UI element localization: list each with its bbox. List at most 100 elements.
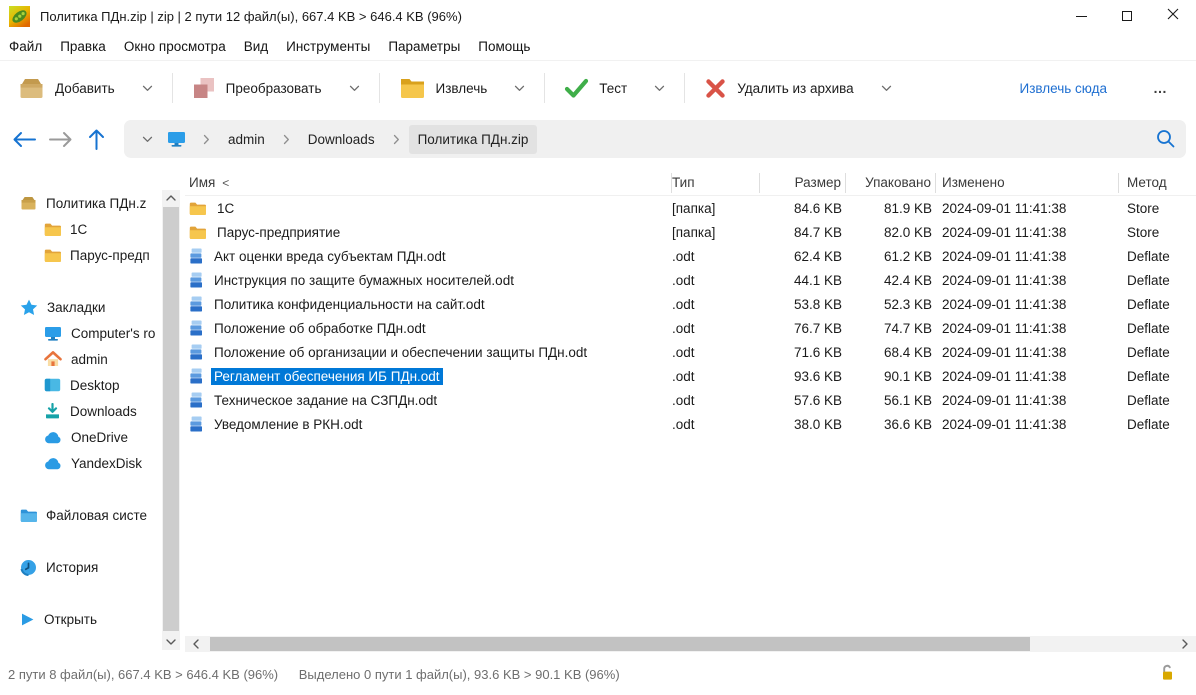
column-header-method[interactable]: Метод	[1119, 173, 1196, 193]
table-row[interactable]: Акт оценки вреда субъектам ПДн.odt .odt 62…	[185, 244, 1196, 268]
toolbar-separator	[684, 73, 686, 103]
file-packed-size: 74.7 KB	[883, 320, 932, 336]
column-header-packed[interactable]: Упаковано	[846, 172, 936, 193]
table-row[interactable]: Техническое задание на СЗПДн.odt .odt 57.6…	[185, 388, 1196, 412]
file-size: 93.6 KB	[793, 368, 842, 384]
file-type: .odt	[672, 368, 695, 384]
add-icon	[18, 77, 45, 100]
file-modified: 2024-09-01 11:41:38	[942, 296, 1067, 312]
column-header-label: Метод	[1127, 175, 1167, 190]
scroll-right-icon[interactable]	[1176, 636, 1194, 652]
unlocked-padlock-icon	[1160, 664, 1175, 681]
file-name-cell: Регламент обеспечения ИБ ПДн.odt	[185, 367, 672, 385]
table-row[interactable]: Инструкция по защите бумажных носителей.…	[185, 268, 1196, 292]
table-row[interactable]: Регламент обеспечения ИБ ПДн.odt .odt 93.6…	[185, 364, 1196, 388]
more-options-button[interactable]: …	[1153, 80, 1168, 96]
menu-options[interactable]: Параметры	[379, 35, 469, 58]
table-row[interactable]: Положение об организации и обеспечении з…	[185, 340, 1196, 364]
sidebar-scrollbar[interactable]	[162, 190, 180, 650]
table-row[interactable]: Положение об обработке ПДн.odt .odt 76.7 K…	[185, 316, 1196, 340]
sidebar-item-парус-предп[interactable]: Парус-предп	[0, 242, 162, 268]
breadcrumb: admin Downloads Политика ПДн.zip	[124, 120, 1186, 158]
file-modified: 2024-09-01 11:41:38	[942, 320, 1067, 336]
search-button[interactable]	[1155, 128, 1176, 149]
menu-edit[interactable]: Правка	[51, 35, 115, 58]
sidebar-item-onedrive[interactable]: OneDrive	[0, 424, 162, 450]
odt-document-icon	[189, 344, 203, 360]
column-header-size[interactable]: Размер	[760, 172, 846, 193]
table-row[interactable]: Политика конфиденциальности на сайт.odt.…	[185, 292, 1196, 316]
scroll-up-icon[interactable]	[162, 190, 180, 206]
sidebar-item-yandexdisk[interactable]: YandexDisk	[0, 450, 162, 476]
scrollbar-thumb[interactable]	[210, 637, 1030, 651]
file-name: Положение об обработке ПДн.odt	[214, 320, 426, 336]
add-button[interactable]: Добавить	[8, 68, 163, 108]
menu-view[interactable]: Вид	[235, 35, 277, 58]
breadcrumb-expand-chevron-icon[interactable]	[136, 136, 159, 143]
sidebar-item-история[interactable]: История	[0, 554, 162, 580]
delete-button-label: Удалить из архива	[737, 80, 854, 96]
breadcrumb-separator-icon	[283, 134, 290, 145]
menu-browser[interactable]: Окно просмотра	[115, 35, 235, 58]
breadcrumb-segment-1[interactable]: admin	[219, 125, 274, 154]
maximize-button[interactable]	[1104, 0, 1150, 32]
horizontal-scrollbar[interactable]	[185, 636, 1196, 652]
sidebar-item-политика-пдн-z[interactable]: Политика ПДн.z	[0, 190, 162, 216]
forward-button[interactable]	[46, 131, 74, 148]
home-icon	[44, 351, 62, 367]
sidebar-item-downloads[interactable]: Downloads	[0, 398, 162, 424]
back-button[interactable]	[10, 131, 38, 148]
convert-dropdown-chevron-icon[interactable]	[349, 85, 360, 92]
delete-dropdown-chevron-icon[interactable]	[881, 85, 892, 92]
file-method: Store	[1127, 200, 1160, 216]
sidebar-item-открыть[interactable]: Открыть	[0, 606, 162, 632]
sidebar-item-computer-s-ro[interactable]: Computer's ro	[0, 320, 162, 346]
sidebar-item-файловая-систе[interactable]: Файловая систе	[0, 502, 162, 528]
test-dropdown-chevron-icon[interactable]	[654, 85, 665, 92]
sidebar-item-1c[interactable]: 1C	[0, 216, 162, 242]
add-dropdown-chevron-icon[interactable]	[142, 85, 153, 92]
column-header-label: Размер	[794, 175, 841, 190]
breadcrumb-segment-3[interactable]: Политика ПДн.zip	[408, 124, 538, 154]
column-header-name[interactable]: Имя <	[185, 172, 672, 193]
scrollbar-thumb[interactable]	[163, 207, 179, 631]
sidebar-item-закладки[interactable]: Закладки	[0, 294, 162, 320]
convert-button[interactable]: Преобразовать	[182, 68, 370, 108]
extract-button[interactable]: Извлечь	[389, 68, 536, 108]
menu-tools[interactable]: Инструменты	[277, 35, 379, 58]
up-button[interactable]	[82, 128, 110, 151]
sidebar-item-desktop[interactable]: Desktop	[0, 372, 162, 398]
table-row[interactable]: Парус-предприятие [папка] 84.7 KB 82.0 KB 20…	[185, 220, 1196, 244]
file-type: .odt	[672, 344, 695, 360]
menu-help[interactable]: Помощь	[469, 35, 539, 58]
file-modified: 2024-09-01 11:41:38	[942, 272, 1067, 288]
file-modified: 2024-09-01 11:41:38	[942, 344, 1067, 360]
file-name-cell: Техническое задание на СЗПДн.odt	[185, 392, 672, 409]
test-button[interactable]: Тест	[554, 68, 675, 108]
computer-icon[interactable]	[167, 131, 186, 147]
scroll-left-icon[interactable]	[187, 636, 205, 652]
file-name-cell: Акт оценки вреда субъектам ПДн.odt	[185, 248, 672, 265]
extract-dropdown-chevron-icon[interactable]	[514, 85, 525, 92]
breadcrumb-segment-2[interactable]: Downloads	[299, 125, 384, 154]
desktop-icon	[44, 378, 61, 392]
delete-button[interactable]: Удалить из архива	[694, 68, 901, 108]
scroll-down-icon[interactable]	[162, 634, 180, 650]
table-row[interactable]: 1C [папка] 84.6 KB 81.9 KB 2024-09-01 11:41:…	[185, 196, 1196, 220]
sidebar-item-admin[interactable]: admin	[0, 346, 162, 372]
file-type: .odt	[672, 320, 695, 336]
menu-bar: Файл Правка Окно просмотра Вид Инструменты Па…	[0, 32, 1196, 60]
extract-here-link[interactable]: Извлечь сюда	[1020, 81, 1107, 96]
file-size: 57.6 KB	[793, 392, 842, 408]
minimize-button[interactable]	[1058, 0, 1104, 32]
column-header-modified[interactable]: Изменено	[936, 172, 1119, 193]
menu-file[interactable]: Файл	[0, 35, 51, 58]
column-header-type[interactable]: Тип	[672, 172, 760, 193]
breadcrumb-separator-icon	[203, 134, 210, 145]
peazip-window: Политика ПДн.zip | zip | 2 пути 12 файл(…	[0, 0, 1196, 695]
sidebar-item-label: YandexDisk	[71, 455, 143, 471]
table-row[interactable]: Уведомление в РКН.odt .odt 38.0 KB 36.6 KB 2…	[185, 412, 1196, 436]
main-area: Политика ПДн.z 1C Парус-предп Закладки Compu…	[0, 163, 1196, 655]
close-button[interactable]	[1150, 0, 1196, 32]
file-name: Акт оценки вреда субъектам ПДн.odt	[214, 248, 446, 264]
